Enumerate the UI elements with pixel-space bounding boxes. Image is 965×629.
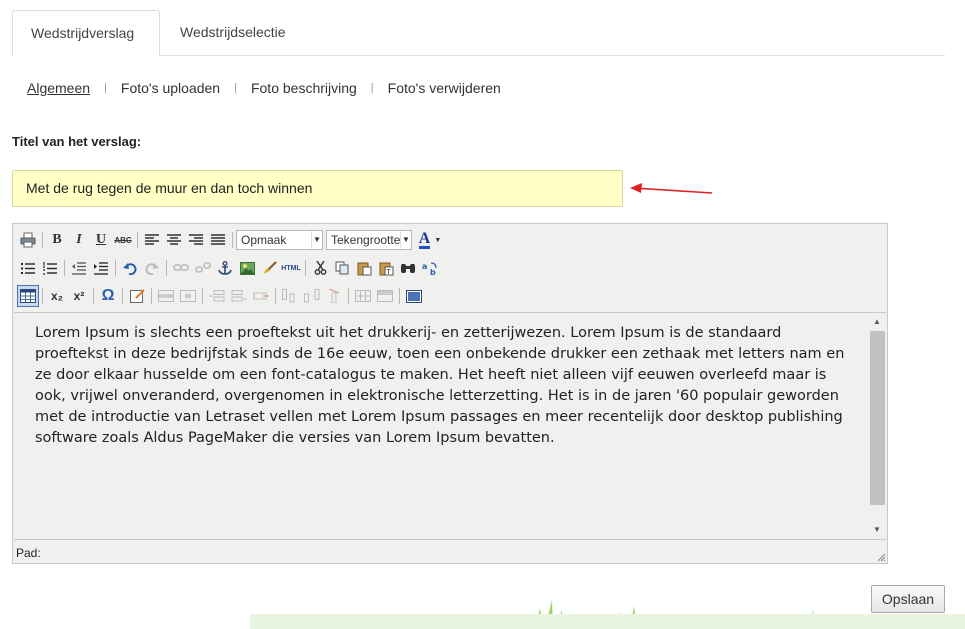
toolbar-separator [122, 288, 123, 304]
superscript-button[interactable]: x² [68, 285, 90, 307]
indent-icon[interactable] [90, 257, 112, 279]
insert-col-after-icon[interactable] [301, 285, 323, 307]
editor-scrollbar[interactable]: ▲ ▼ [868, 313, 886, 539]
toolbar-separator [202, 288, 203, 304]
title-label: Titel van het verslag: [12, 134, 142, 149]
editor-content-area[interactable]: Lorem Ipsum is slechts een proeftekst ui… [14, 312, 886, 540]
cell-props-icon[interactable] [177, 285, 199, 307]
tab-bar: Wedstrijdverslag Wedstrijdselectie [12, 10, 945, 56]
align-right-icon[interactable] [185, 229, 207, 251]
cleanup-brush-icon[interactable] [258, 257, 280, 279]
toolbar-separator [348, 288, 349, 304]
split-cells-icon[interactable] [352, 285, 374, 307]
grass-decoration [250, 600, 965, 629]
toolbar-separator [166, 260, 167, 276]
tab-wedstrijdselectie[interactable]: Wedstrijdselectie [162, 10, 304, 54]
insert-row-before-icon[interactable] [206, 285, 228, 307]
svg-text:T: T [385, 268, 391, 276]
numbered-list-icon[interactable] [39, 257, 61, 279]
toolbar-separator [305, 260, 306, 276]
resize-grip-icon[interactable] [876, 552, 886, 562]
tab-wedstrijdverslag[interactable]: Wedstrijdverslag [12, 10, 160, 56]
replace-icon[interactable]: ab [419, 257, 441, 279]
rich-text-editor: B I U ABC Opmaak ▼ Tekengrootte ▼ A ▼ HTML [12, 223, 888, 564]
toolbar-separator [137, 232, 138, 248]
image-icon[interactable] [236, 257, 258, 279]
font-color-icon: A [418, 229, 431, 249]
toolbar-separator [42, 232, 43, 248]
subnav-separator: | [234, 82, 237, 94]
subnav-algemeen[interactable]: Algemeen [27, 80, 90, 96]
title-input[interactable]: Met de rug tegen de muur en dan toch win… [12, 170, 623, 207]
editor-body-text[interactable]: Lorem Ipsum is slechts een proeftekst ui… [35, 323, 850, 449]
redo-icon[interactable] [141, 257, 163, 279]
font-color-button[interactable]: A ▼ [415, 229, 445, 251]
unlink-icon[interactable] [192, 257, 214, 279]
chevron-down-icon: ▼ [434, 236, 442, 244]
align-justify-icon[interactable] [207, 229, 229, 251]
toolbar-separator [115, 260, 116, 276]
find-icon[interactable] [397, 257, 419, 279]
html-source-button[interactable]: HTML [280, 257, 302, 279]
fullscreen-icon[interactable] [403, 285, 425, 307]
format-select[interactable]: Opmaak ▼ [236, 230, 323, 250]
format-select-value: Opmaak [241, 233, 287, 247]
print-icon[interactable] [17, 229, 39, 251]
scroll-down-icon[interactable]: ▼ [868, 523, 886, 537]
special-char-button[interactable]: Ω [97, 285, 119, 307]
chevron-down-icon: ▼ [400, 231, 411, 249]
edit-form-icon[interactable] [126, 285, 148, 307]
scroll-up-icon[interactable]: ▲ [868, 315, 886, 329]
delete-row-icon[interactable] [250, 285, 272, 307]
align-left-icon[interactable] [141, 229, 163, 251]
outdent-icon[interactable] [68, 257, 90, 279]
bullet-list-icon[interactable] [17, 257, 39, 279]
insert-col-before-icon[interactable] [279, 285, 301, 307]
paste-text-icon[interactable]: T [375, 257, 397, 279]
copy-icon[interactable] [331, 257, 353, 279]
align-center-icon[interactable] [163, 229, 185, 251]
subscript-button[interactable]: x₂ [46, 285, 68, 307]
subnav-fotos-verwijderen[interactable]: Foto's verwijderen [388, 80, 501, 96]
subnav-fotos-uploaden[interactable]: Foto's uploaden [121, 80, 220, 96]
anchor-icon[interactable] [214, 257, 236, 279]
delete-col-icon[interactable] [323, 285, 345, 307]
merge-cells-icon[interactable] [374, 285, 396, 307]
chevron-down-icon: ▼ [311, 231, 322, 249]
toolbar-separator [42, 288, 43, 304]
bold-button[interactable]: B [46, 229, 68, 251]
insert-row-after-icon[interactable] [228, 285, 250, 307]
toolbar-separator [232, 232, 233, 248]
font-size-select-value: Tekengrootte [331, 233, 401, 247]
toolbar-row-3: x₂ x² Ω [17, 285, 425, 307]
table-icon[interactable] [17, 285, 39, 307]
sub-navigation: Algemeen | Foto's uploaden | Foto beschrijvi… [27, 80, 501, 96]
svg-text:b: b [430, 268, 436, 276]
toolbar-separator [399, 288, 400, 304]
scrollbar-thumb[interactable] [870, 331, 885, 505]
strikethrough-button[interactable]: ABC [112, 229, 134, 251]
annotation-arrow [630, 183, 713, 194]
cut-icon[interactable] [309, 257, 331, 279]
link-icon[interactable] [170, 257, 192, 279]
editor-path-status: Pad: [16, 546, 41, 560]
font-size-select[interactable]: Tekengrootte ▼ [326, 230, 412, 250]
subnav-separator: | [104, 82, 107, 94]
italic-button[interactable]: I [68, 229, 90, 251]
undo-icon[interactable] [119, 257, 141, 279]
toolbar-separator [93, 288, 94, 304]
toolbar-separator [151, 288, 152, 304]
toolbar-row-2: HTML T ab [17, 257, 441, 279]
paste-icon[interactable] [353, 257, 375, 279]
row-props-icon[interactable] [155, 285, 177, 307]
subnav-separator: | [370, 82, 374, 94]
toolbar-separator [64, 260, 65, 276]
underline-button[interactable]: U [90, 229, 112, 251]
svg-text:a: a [422, 262, 427, 271]
toolbar-row-1: B I U ABC Opmaak ▼ Tekengrootte ▼ A ▼ [17, 229, 445, 251]
subnav-foto-beschrijving[interactable]: Foto beschrijving [251, 80, 357, 96]
toolbar-separator [275, 288, 276, 304]
